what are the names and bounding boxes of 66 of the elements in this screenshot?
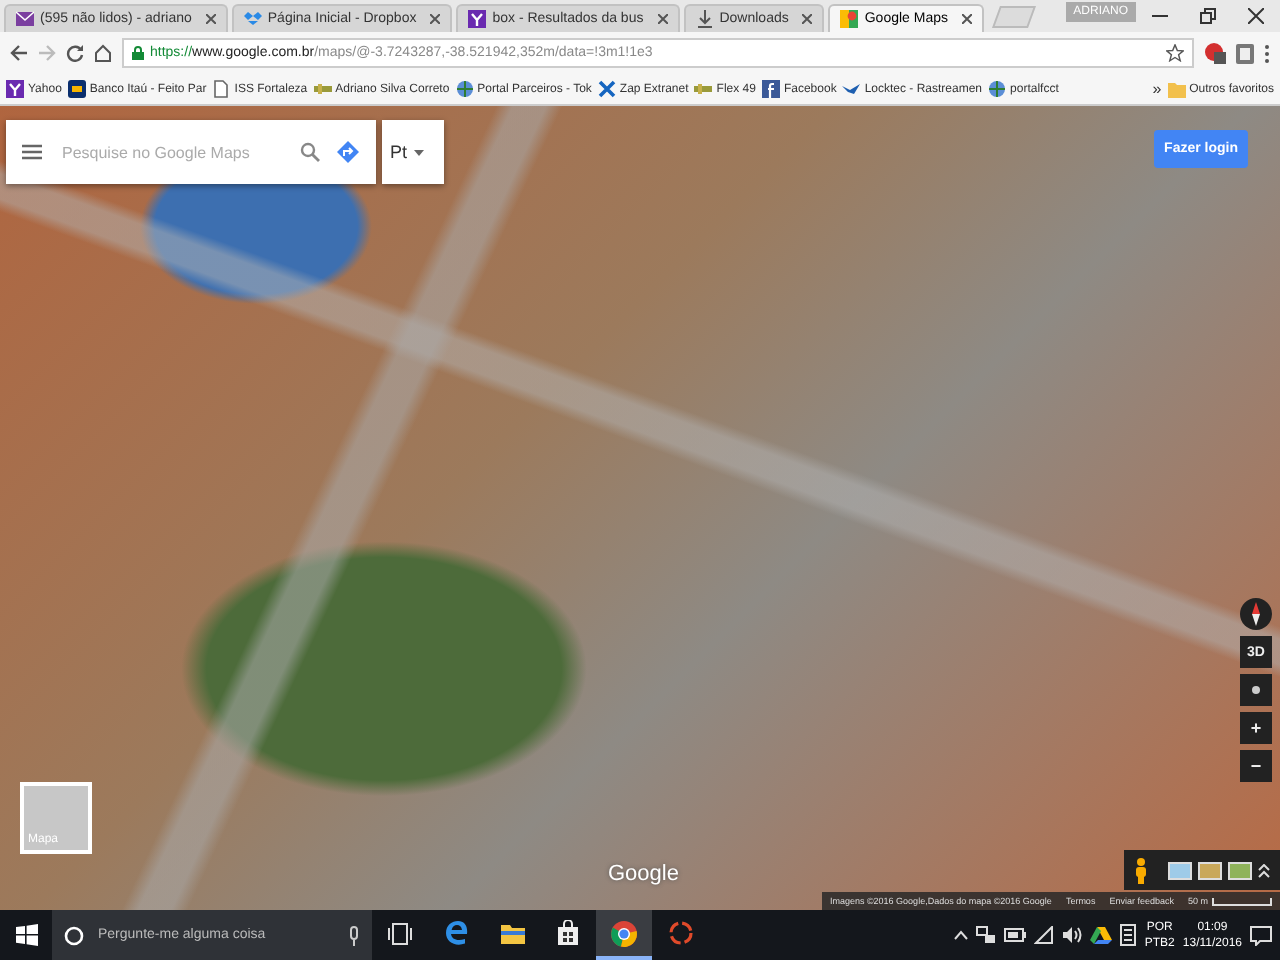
globe-icon xyxy=(988,80,1007,98)
site-logo-icon xyxy=(313,80,332,98)
envelope-icon xyxy=(16,10,34,28)
microphone-icon[interactable] xyxy=(348,925,360,945)
globe-icon xyxy=(455,80,474,98)
folder-icon xyxy=(1167,81,1186,97)
close-icon[interactable] xyxy=(657,14,668,24)
close-icon[interactable] xyxy=(802,14,813,24)
directions-icon[interactable] xyxy=(336,140,360,164)
page-icon xyxy=(212,80,231,98)
terrain-thumbnail[interactable] xyxy=(1198,861,1222,879)
download-icon xyxy=(695,10,714,28)
y-letter-icon xyxy=(468,10,487,28)
chevron-up-icon[interactable] xyxy=(1258,863,1270,877)
wifi-icon[interactable] xyxy=(1034,926,1055,944)
folder-icon[interactable] xyxy=(499,921,525,945)
box-icon xyxy=(243,10,262,28)
keyboard-icon[interactable] xyxy=(1120,924,1137,946)
network-icon[interactable] xyxy=(976,926,997,944)
bank-logo-icon xyxy=(67,80,86,98)
site-logo-icon xyxy=(694,80,713,98)
zoom-in-button[interactable]: + xyxy=(1240,712,1272,744)
close-icon[interactable] xyxy=(205,14,216,24)
close-icon[interactable] xyxy=(1248,8,1264,24)
close-icon[interactable] xyxy=(962,14,972,24)
taskbar-app[interactable] xyxy=(596,910,652,960)
extension-icon[interactable] xyxy=(1204,42,1226,64)
circle-icon xyxy=(64,925,84,945)
language-dropdown[interactable]: Pt xyxy=(382,120,444,184)
caret-icon xyxy=(413,149,424,155)
windows-logo-icon xyxy=(15,924,37,946)
menu-icon[interactable] xyxy=(1264,43,1270,63)
shopping-bag-icon[interactable] xyxy=(556,920,580,946)
search-icon[interactable] xyxy=(300,142,320,162)
f-logo-icon xyxy=(761,80,780,98)
compass-icon[interactable] xyxy=(1240,598,1272,630)
battery-icon[interactable] xyxy=(1004,928,1027,942)
ring-icon[interactable] xyxy=(667,920,693,946)
x-logo-icon xyxy=(597,80,616,98)
menu-icon[interactable] xyxy=(22,144,42,160)
bird-icon xyxy=(842,80,861,98)
reload-icon[interactable] xyxy=(66,44,84,62)
star-icon[interactable] xyxy=(1166,44,1184,62)
pegman-icon[interactable] xyxy=(1134,857,1148,883)
extension-icon[interactable] xyxy=(1236,43,1254,63)
browser-logo-icon[interactable] xyxy=(610,919,638,947)
speaker-icon[interactable] xyxy=(1062,926,1083,944)
restore-icon[interactable] xyxy=(1200,8,1216,24)
scale-bar xyxy=(1212,897,1272,905)
back-arrow-icon[interactable] xyxy=(10,44,28,62)
chevron-up-icon[interactable] xyxy=(954,930,969,940)
close-icon[interactable] xyxy=(430,14,441,24)
home-icon[interactable] xyxy=(94,44,112,62)
earth-thumbnail[interactable] xyxy=(1228,861,1252,879)
more-bookmarks-button[interactable]: » xyxy=(1152,80,1162,98)
e-logo-icon[interactable] xyxy=(443,920,469,946)
satellite-map-photo[interactable] xyxy=(0,106,1280,910)
search-field[interactable]: Pesquise no Google Maps xyxy=(58,141,284,163)
notification-icon[interactable] xyxy=(1250,925,1272,945)
zoom-out-button[interactable]: − xyxy=(1240,750,1272,782)
map-thumbnail[interactable] xyxy=(1168,861,1192,879)
padlock-icon xyxy=(132,46,144,60)
task-view-icon[interactable] xyxy=(388,921,412,945)
map-logo: Google xyxy=(608,862,679,886)
drive-icon[interactable] xyxy=(1090,926,1113,944)
y-letter-icon xyxy=(6,80,24,98)
